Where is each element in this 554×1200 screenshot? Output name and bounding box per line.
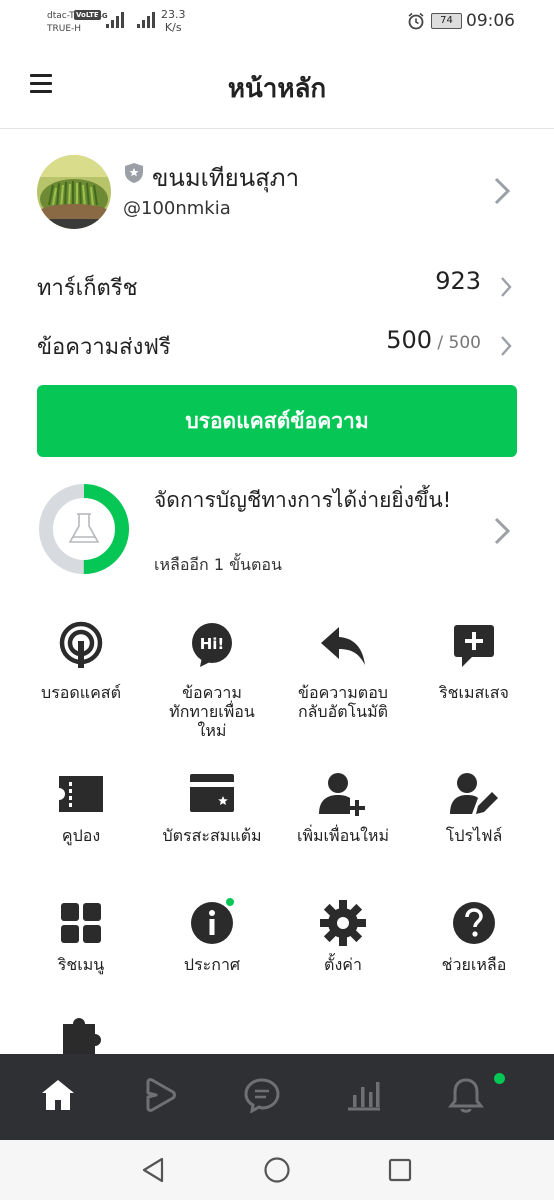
settings-button[interactable]: ตั้งค่า (274, 899, 412, 974)
speed-value: 23.3 (161, 8, 186, 21)
status-bar: dtac-T TRUE-H VoLTE 4G 23.3 K/s 74 09:06 (0, 0, 554, 44)
home-icon (42, 1080, 74, 1110)
chat-icon (244, 1078, 280, 1113)
setup-progress-ring (39, 484, 129, 574)
auto-reply-icon (321, 627, 365, 665)
free-messages-label: ข้อความส่งฟรี (37, 335, 171, 360)
rich-menu-label: ริชเมนู (57, 955, 105, 974)
coupon-label: คูปอง (61, 826, 101, 845)
home-circle-icon[interactable] (263, 1156, 291, 1184)
broadcast-icon (59, 621, 103, 668)
rich-message-button[interactable]: ริชเมสเสจ (405, 621, 543, 702)
notification-bell-icon (448, 1078, 484, 1113)
add-friend-button[interactable]: เพิ่มเพื่อนใหม่ (274, 770, 412, 845)
broadcast-message-button[interactable]: บรอดแคสต์ข้อความ (37, 385, 517, 457)
app-header: หน้าหลัก (0, 44, 554, 129)
target-reach-label: ทาร์เก็ตรีช (37, 276, 138, 301)
free-messages-row[interactable]: ข้อความส่งฟรี 500 / 500 (37, 323, 517, 363)
add-friend-icon (319, 773, 365, 816)
greeting-message-label: ข้อความทักทายเพื่อนใหม่ (169, 683, 255, 740)
rich-menu-button[interactable]: ริชเมนู (12, 899, 150, 974)
flask-icon (68, 513, 100, 543)
broadcast-button[interactable]: บรอดแคสต์ (12, 621, 150, 702)
page-title: หน้าหลัก (227, 74, 327, 104)
signal-strength-icon (106, 12, 124, 28)
auto-reply-label: ข้อความตอบกลับอัตโนมัติ (297, 683, 389, 721)
network-speed: 23.3 K/s (161, 8, 186, 34)
rich-message-icon (454, 625, 494, 667)
notification-badge (493, 1072, 506, 1085)
avatar[interactable] (37, 155, 111, 229)
free-messages-count: 500 (386, 326, 433, 354)
reward-card-label: บัตรสะสมแต้ม (162, 826, 262, 845)
timeline-play-icon (146, 1078, 176, 1112)
system-navigation-bar (0, 1140, 554, 1200)
help-label: ช่วยเหลือ (441, 955, 507, 974)
settings-gear-icon (320, 900, 366, 946)
new-badge (225, 897, 235, 907)
back-triangle-icon[interactable] (140, 1156, 166, 1184)
setup-steps-left: เหลืออีก 1 ขั้นตอน (154, 555, 282, 574)
shield-icon (125, 163, 143, 183)
account-id: @100nmkia (123, 198, 231, 219)
svg-text:Hi!: Hi! (200, 635, 225, 653)
announcement-label: ประกาศ (183, 955, 241, 974)
free-messages-quota: / 500 (432, 333, 481, 353)
rich-message-label: ริชเมสเสจ (439, 683, 509, 702)
nav-home[interactable] (7, 1054, 107, 1140)
chevron-right-icon (501, 336, 512, 356)
add-friend-label: เพิ่มเพื่อนใหม่ (296, 826, 390, 845)
chevron-right-icon[interactable] (492, 516, 512, 546)
chevron-right-icon (501, 277, 512, 297)
help-icon (453, 902, 495, 944)
profile-label: โปรไฟล์ (445, 826, 503, 845)
announcement-button[interactable]: ประกาศ (143, 897, 281, 974)
account-name[interactable]: ขนมเทียนสุภา (152, 158, 299, 197)
nav-notifications[interactable] (415, 1054, 515, 1140)
signal-strength-icon-2 (137, 12, 155, 28)
nav-chat[interactable] (211, 1054, 311, 1140)
carrier-2: TRUE-H (47, 24, 82, 34)
help-button[interactable]: ช่วยเหลือ (405, 899, 543, 974)
profile-button[interactable]: โปรไฟล์ (405, 770, 543, 845)
settings-label: ตั้งค่า (324, 955, 362, 974)
nav-timeline[interactable] (109, 1054, 209, 1140)
target-reach-value: 923 (435, 267, 481, 295)
profile-edit-icon (450, 773, 498, 814)
auto-reply-button[interactable]: ข้อความตอบกลับอัตโนมัติ (274, 621, 412, 721)
extensions-button[interactable] (12, 1010, 150, 1058)
nav-insight[interactable] (313, 1054, 413, 1140)
speed-unit: K/s (164, 21, 182, 34)
chevron-right-icon[interactable] (492, 176, 512, 206)
alarm-clock-icon (408, 12, 424, 30)
bottom-navigation (0, 1054, 554, 1140)
reward-card-icon (190, 774, 234, 812)
insight-chart-icon (348, 1082, 380, 1111)
greeting-message-icon: Hi! (192, 623, 232, 667)
coupon-button[interactable]: คูปอง (12, 770, 150, 845)
free-messages-value: 500 / 500 (386, 326, 481, 354)
greeting-message-button[interactable]: Hi! ข้อความทักทายเพื่อนใหม่ (143, 621, 281, 740)
rich-menu-icon (61, 903, 101, 943)
recents-square-icon[interactable] (387, 1156, 413, 1184)
setup-title: จัดการบัญชีทางการได้ง่ายยิ่งขึ้น! (154, 488, 452, 512)
puzzle-icon (63, 1018, 101, 1056)
clock: 09:06 (466, 11, 515, 31)
broadcast-label: บรอดแคสต์ (41, 683, 121, 702)
coupon-icon (59, 776, 103, 812)
reward-card-button[interactable]: บัตรสะสมแต้ม (143, 770, 281, 845)
battery-indicator: 74 (431, 13, 462, 29)
target-reach-row[interactable]: ทาร์เก็ตรีช 923 (37, 264, 517, 304)
